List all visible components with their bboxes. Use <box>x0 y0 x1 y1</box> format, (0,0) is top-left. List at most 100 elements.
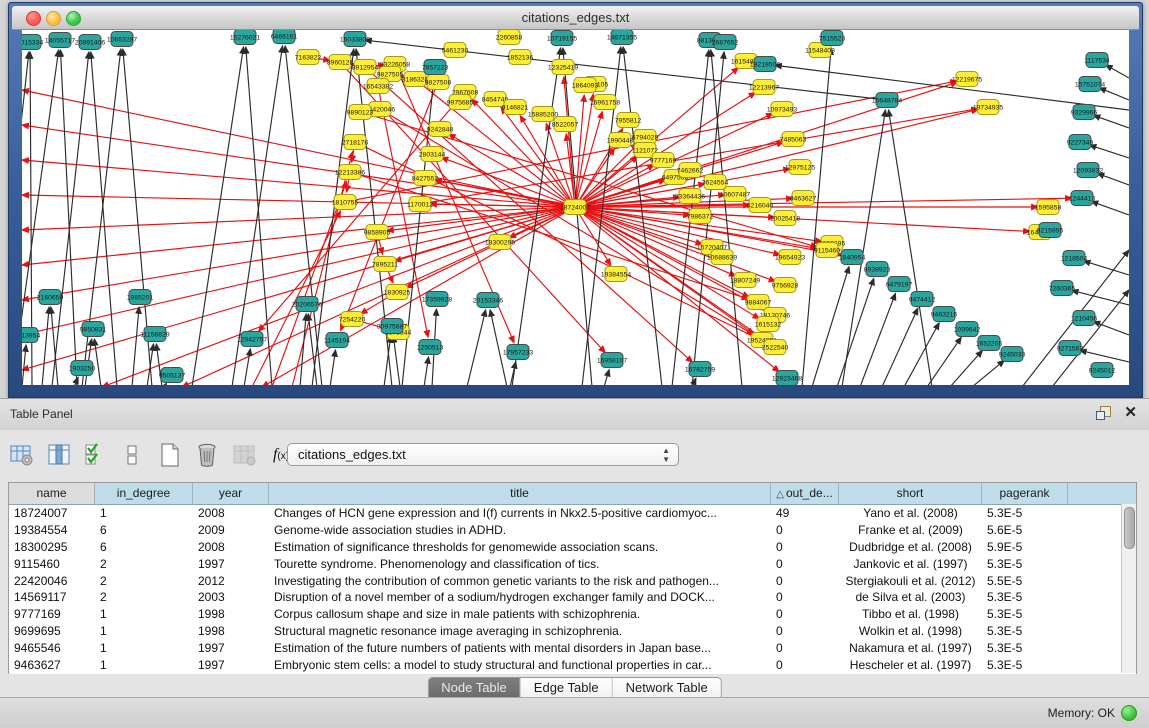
network-node[interactable]: 19218506 <box>750 57 780 72</box>
network-node[interactable]: 10688639 <box>707 250 737 265</box>
network-node[interactable]: 9756928 <box>772 278 799 293</box>
network-node[interactable]: 1864093 <box>572 78 599 93</box>
network-node[interactable]: 1810755 <box>332 195 359 210</box>
table-vertical-scrollbar[interactable] <box>1121 504 1136 673</box>
network-node[interactable]: 2803144 <box>419 147 446 162</box>
network-node[interactable]: 9115460 <box>814 243 840 258</box>
network-node[interactable]: 9245012 <box>1089 363 1116 378</box>
network-node[interactable]: 8912954 <box>352 60 379 75</box>
network-node[interactable]: 2015334 <box>22 35 43 50</box>
network-node[interactable]: 7462662 <box>677 163 704 178</box>
column-header-in_degree[interactable]: in_degree <box>95 483 193 504</box>
network-node[interactable]: 9329966 <box>1071 105 1098 120</box>
network-node[interactable]: 8960128 <box>327 55 354 70</box>
network-node[interactable]: 14055717 <box>45 33 75 48</box>
network-node[interactable]: 30975887 <box>377 319 407 334</box>
network-node[interactable]: 1210456 <box>1071 311 1098 326</box>
network-node[interactable]: 1099642 <box>954 322 981 337</box>
network-node[interactable]: 2718176 <box>342 135 369 150</box>
network-node[interactable]: 20891406 <box>75 35 105 50</box>
network-node[interactable]: 16958107 <box>597 353 627 368</box>
memory-ok-icon[interactable] <box>1121 705 1137 721</box>
column-header-out_de[interactable]: △out_de... <box>771 483 839 504</box>
network-node[interactable]: 1903250 <box>69 361 96 376</box>
network-node[interactable]: 1218504 <box>1061 251 1088 266</box>
network-node[interactable]: 1244413 <box>1069 191 1096 206</box>
table-selector-dropdown[interactable]: citations_edges.txt ▲▼ <box>287 443 679 466</box>
network-node[interactable]: 15276021 <box>230 30 260 45</box>
network-node[interactable]: 1145194 <box>324 333 350 348</box>
network-node[interactable]: 9474412 <box>909 292 936 307</box>
network-node[interactable]: 9777169 <box>650 153 677 168</box>
column-settings-button[interactable] <box>8 441 36 469</box>
network-node[interactable]: 9271562 <box>1057 341 1084 356</box>
network-node[interactable]: 1852136 <box>507 50 534 65</box>
network-node[interactable]: 12942757 <box>237 332 267 347</box>
table-row[interactable]: 946554611997Estimation of the future num… <box>9 640 1136 657</box>
column-header-title[interactable]: title <box>269 483 771 504</box>
table-row[interactable]: 1830029562008Estimation of significance … <box>9 539 1136 556</box>
table-row[interactable]: 1872400712008Changes of HCN gene express… <box>9 505 1136 522</box>
network-node[interactable]: 10607487 <box>720 187 750 202</box>
network-node[interactable]: 8427552 <box>412 171 439 186</box>
network-node[interactable]: 1595858 <box>1035 200 1062 215</box>
column-header-name[interactable]: name <box>9 483 95 504</box>
network-node[interactable]: 7955812 <box>615 113 642 128</box>
network-node[interactable]: 17957233 <box>503 345 533 360</box>
network-node[interactable]: 9975685 <box>447 95 474 110</box>
network-node[interactable]: 9463627 <box>790 191 817 206</box>
network-node[interactable]: 18807249 <box>730 273 760 288</box>
network-node[interactable]: 6216040 <box>747 198 774 213</box>
network-node[interactable]: 16782759 <box>685 362 715 377</box>
table-row[interactable]: 1938455462009Genome-wide association stu… <box>9 522 1136 539</box>
network-node[interactable]: 9227349 <box>1067 135 1094 150</box>
network-node[interactable]: 10973493 <box>767 102 797 117</box>
network-node[interactable]: 8522057 <box>552 117 579 132</box>
network-node[interactable]: 12093832 <box>1073 163 1103 178</box>
network-node[interactable]: 12923468 <box>772 371 802 386</box>
network-node[interactable]: 14671355 <box>607 30 637 45</box>
network-node[interactable]: 9890123 <box>347 105 374 120</box>
network-node[interactable]: 8215955 <box>1037 223 1064 238</box>
network-node[interactable]: 10653287 <box>107 32 137 47</box>
network-node[interactable]: 2260858 <box>496 30 523 45</box>
network-node[interactable]: 2522540 <box>762 340 789 355</box>
network-node[interactable]: 3624554 <box>702 175 729 190</box>
network-node[interactable]: 9242848 <box>427 122 454 137</box>
network-node[interactable]: 9146821 <box>502 100 529 115</box>
network-node[interactable]: 12213967 <box>749 80 779 95</box>
network-node[interactable]: 9505137 <box>159 368 186 383</box>
network-node[interactable]: 1840954 <box>839 250 866 265</box>
network-node[interactable]: 7515523 <box>819 31 846 46</box>
network-node[interactable]: 7895211 <box>372 257 398 272</box>
select-all-button[interactable] <box>82 441 110 469</box>
network-node[interactable]: 20206576 <box>292 297 322 312</box>
network-view[interactable]: 1872400714091051696175879558126794028199… <box>22 30 1129 385</box>
network-node[interactable]: 1652205 <box>976 336 1003 351</box>
network-node[interactable]: 9858905 <box>364 225 391 240</box>
network-node[interactable]: 11156829 <box>140 327 169 342</box>
table-row[interactable]: 2242004622012Investigating the contribut… <box>9 573 1136 590</box>
network-node[interactable]: 12975125 <box>785 160 815 175</box>
show-column-button[interactable] <box>45 441 73 469</box>
network-node[interactable]: 9827508 <box>425 75 452 90</box>
network-node[interactable]: 7254220 <box>339 312 366 327</box>
tab-node-table[interactable]: Node Table <box>428 678 521 699</box>
float-panel-icon[interactable] <box>1096 405 1112 421</box>
network-node[interactable]: 1985201 <box>127 290 154 305</box>
network-node[interactable]: 6479197 <box>886 277 913 292</box>
network-node[interactable]: 1250513 <box>417 340 444 355</box>
network-node[interactable]: 19734935 <box>973 100 1003 115</box>
table-row[interactable]: 911546021997Tourette syndrome. Phenomeno… <box>9 556 1136 573</box>
network-node[interactable]: 6466161 <box>271 30 298 44</box>
tab-edge-table[interactable]: Edge Table <box>521 678 613 699</box>
network-node[interactable]: 8938923 <box>864 262 891 277</box>
network-node[interactable]: 7260365 <box>1049 281 1076 296</box>
network-node[interactable]: 16648784 <box>872 93 902 108</box>
network-node[interactable]: 9850831 <box>80 322 107 337</box>
network-node[interactable]: 10719155 <box>547 31 577 46</box>
new-column-button[interactable] <box>156 441 184 469</box>
network-node[interactable]: 16961758 <box>590 95 620 110</box>
network-node[interactable]: 1990448 <box>607 133 634 148</box>
network-node[interactable]: 7857223 <box>422 60 449 75</box>
